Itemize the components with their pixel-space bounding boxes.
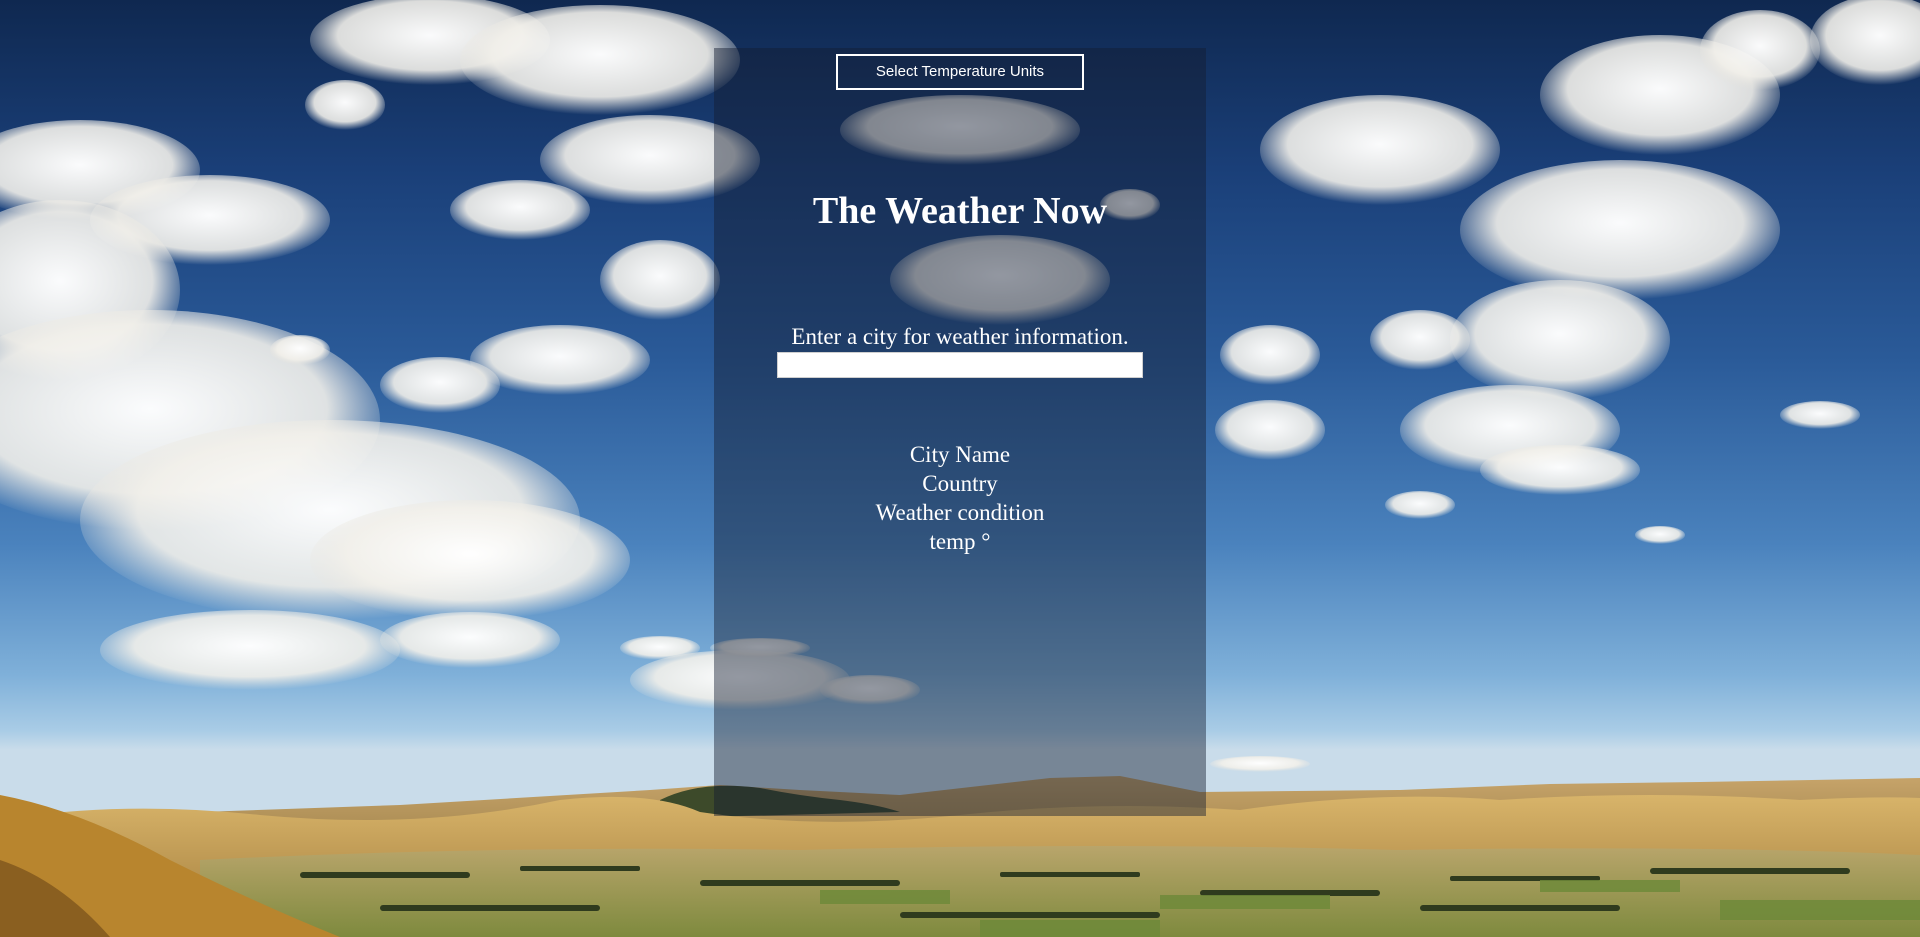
temperature-text: temp ° [929,529,991,554]
weather-panel [714,48,1206,816]
weather-condition-text: Weather condition [875,500,1045,525]
weather-result: City Name Country Weather condition temp… [714,440,1206,556]
country-text: Country [922,471,998,496]
city-prompt-label: Enter a city for weather information. [791,324,1129,349]
clouds-right [1215,0,1920,544]
city-name-text: City Name [909,442,1011,467]
select-temperature-units-button[interactable]: Select Temperature Units [836,54,1084,90]
page-title: The Weather Now [812,190,1108,232]
city-search-input[interactable] [777,352,1143,378]
